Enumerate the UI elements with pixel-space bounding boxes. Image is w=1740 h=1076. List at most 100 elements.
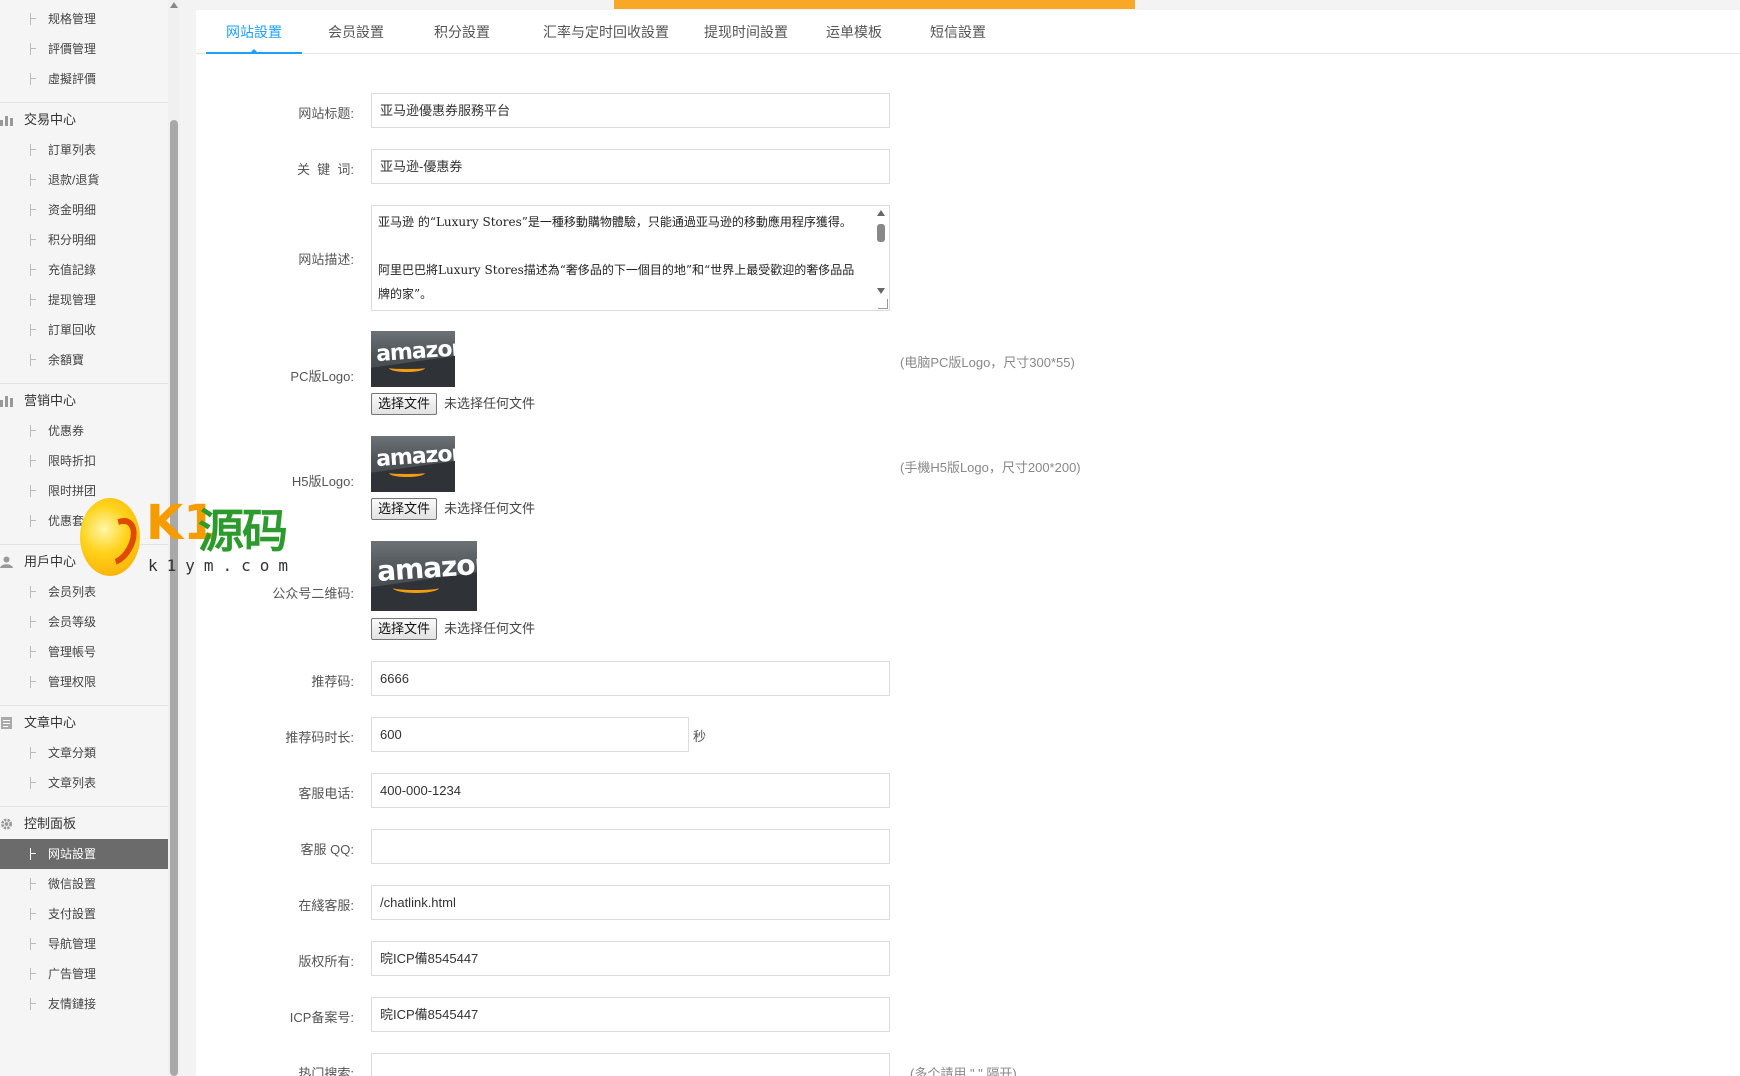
tree-line-icon [30, 204, 38, 216]
scrollbar-thumb[interactable] [170, 120, 178, 1076]
tree-line-icon [30, 878, 38, 890]
sidebar-group-trade[interactable]: 交易中心 [0, 102, 168, 135]
form-row-service-phone: 客服电话: 400-000-1234 [196, 773, 1496, 809]
hot-search-input[interactable] [371, 1053, 890, 1076]
tree-line-icon [30, 998, 38, 1010]
sidebar-item-flash-discount[interactable]: 限時折扣 [0, 446, 168, 476]
tab-site-settings[interactable]: 网站設置 [206, 10, 302, 54]
referral-code-input[interactable]: 6666 [371, 661, 890, 696]
tree-line-icon [30, 515, 38, 527]
pc-logo-choose-file-button[interactable]: 选择文件 [371, 393, 438, 415]
service-phone-input[interactable]: 400-000-1234 [371, 773, 890, 808]
sidebar-item-navigation[interactable]: 导航管理 [0, 929, 168, 959]
sidebar-item-order-recycle[interactable]: 訂單回收 [0, 315, 168, 345]
sidebar-item-article-list[interactable]: 文章列表 [0, 768, 168, 798]
referral-duration-unit: 秒 [693, 729, 707, 744]
document-icon [1, 717, 12, 729]
keywords-input[interactable]: 亚马逊-優惠券 [371, 149, 890, 184]
sidebar-item-admin-accounts[interactable]: 管理帳号 [0, 637, 168, 667]
site-title-input[interactable]: 亚马逊優惠券服務平台 [371, 93, 890, 128]
sidebar-item-points[interactable]: 积分明细 [0, 225, 168, 255]
copyright-label: 版权所有: [298, 954, 354, 969]
referral-duration-input[interactable]: 600 [371, 717, 689, 752]
qr-code-choose-file-button[interactable]: 选择文件 [371, 618, 438, 640]
textarea-scrollbar[interactable] [875, 208, 887, 308]
logo-smile-icon [389, 469, 425, 477]
sidebar-item-withdraw[interactable]: 提现管理 [0, 285, 168, 315]
description-paragraph-1: 亚马逊 的“Luxury Stores”是一種移動購物體驗，只能通過亚马逊的移動… [378, 215, 852, 229]
sidebar-item-coupons[interactable]: 优惠券 [0, 416, 168, 446]
scrollbar-thumb[interactable] [877, 224, 885, 242]
h5-logo-label: H5版Logo: [291, 474, 354, 489]
site-title-label: 网站标题: [298, 106, 354, 121]
sidebar-group-articles[interactable]: 文章中心 [0, 705, 168, 738]
resize-handle-icon[interactable] [878, 299, 888, 309]
sidebar-group-marketing[interactable]: 营销中心 [0, 383, 168, 416]
scroll-up-icon[interactable] [170, 2, 178, 8]
tree-line-icon [30, 616, 38, 628]
form-row-keywords: 关 键 词: 亚马逊-優惠券 [196, 149, 1496, 185]
tab-sms-settings[interactable]: 短信設置 [918, 10, 998, 54]
tree-line-icon [30, 174, 38, 186]
copyright-input[interactable]: 晥ICP備8545447 [371, 941, 890, 976]
tree-line-icon [30, 586, 38, 598]
form-row-h5-logo: H5版Logo: amazon 选择文件 未选择任何文件 (手機H5版Logo，… [196, 436, 1496, 524]
sidebar-item-funds[interactable]: 资金明细 [0, 195, 168, 225]
tree-line-icon [30, 747, 38, 759]
sidebar-group-control-panel[interactable]: 控制面板 [0, 806, 168, 839]
description-textarea[interactable]: 亚马逊 的“Luxury Stores”是一種移動購物體驗，只能通過亚马逊的移動… [371, 205, 890, 311]
watermark-logo: K1 源码 k1ym.com [80, 495, 290, 585]
form-row-online-service: 在綫客服: /chatlink.html [196, 885, 1496, 921]
hot-search-hint: (多个請用 "," 隔开) [910, 1066, 1017, 1076]
tree-line-icon [30, 294, 38, 306]
marketing-chart-icon [0, 396, 13, 407]
sidebar-item-ads[interactable]: 广告管理 [0, 959, 168, 989]
tree-line-icon [30, 144, 38, 156]
sidebar-item-balance[interactable]: 余額寶 [0, 345, 168, 375]
sidebar-item-refunds[interactable]: 退款/退貨 [0, 165, 168, 195]
sidebar-item-member-levels[interactable]: 会员等级 [0, 607, 168, 637]
scroll-up-icon[interactable] [877, 210, 885, 216]
service-qq-label: 客服 QQ: [300, 842, 354, 857]
pc-logo-preview: amazon [371, 331, 455, 387]
sidebar-item-wechat-settings[interactable]: 微信設置 [0, 869, 168, 899]
form-row-qr-code: 公众号二维码: amazon 选择文件 未选择任何文件 [196, 541, 1496, 641]
sidebar-item-permissions[interactable]: 管理权限 [0, 667, 168, 697]
tab-points-settings[interactable]: 积分設置 [422, 10, 502, 54]
form-row-referral-duration: 推荐码时长: 600 秒 [196, 717, 1496, 753]
tab-member-settings[interactable]: 会员設置 [316, 10, 396, 54]
settings-tabs: 网站設置 会员設置 积分設置 汇率与定时回收設置 提现时间設置 运单模板 短信設… [196, 10, 1740, 54]
sidebar-item-spec[interactable]: 规格管理 [0, 4, 168, 34]
form-row-referral-code: 推荐码: 6666 [196, 661, 1496, 697]
tree-line-icon [30, 938, 38, 950]
service-qq-input[interactable] [371, 829, 890, 864]
referral-duration-label: 推荐码时长: [285, 730, 354, 745]
qr-code-label: 公众号二维码: [272, 586, 354, 601]
pc-logo-hint: (电脑PC版Logo，尺寸300*55) [900, 355, 1075, 370]
icp-input[interactable]: 晥ICP備8545447 [371, 997, 890, 1032]
sidebar-item-article-categories[interactable]: 文章分類 [0, 738, 168, 768]
tree-line-icon [30, 485, 38, 497]
qr-code-preview: amazon [371, 541, 477, 611]
tab-withdraw-time-settings[interactable]: 提现时间設置 [696, 10, 796, 54]
tree-line-icon [30, 908, 38, 920]
keywords-label: 关 键 词: [296, 162, 354, 177]
tab-waybill-template[interactable]: 运单模板 [814, 10, 894, 54]
sidebar-item-recharge[interactable]: 充值記錄 [0, 255, 168, 285]
online-service-input[interactable]: /chatlink.html [371, 885, 890, 920]
tree-line-icon [30, 848, 38, 860]
sidebar-item-site-settings[interactable]: 网站設置 [0, 839, 168, 869]
hot-search-label: 热门搜索: [298, 1066, 354, 1076]
tree-line-icon [30, 13, 38, 25]
form-row-copyright: 版权所有: 晥ICP備8545447 [196, 941, 1496, 977]
qr-code-file-status: 未选择任何文件 [444, 621, 536, 636]
tree-line-icon [30, 73, 38, 85]
h5-logo-choose-file-button[interactable]: 选择文件 [371, 498, 438, 520]
sidebar-item-friend-links[interactable]: 友情鏈接 [0, 989, 168, 1019]
sidebar-item-orders[interactable]: 訂單列表 [0, 135, 168, 165]
tab-exchange-recycle-settings[interactable]: 汇率与定时回收設置 [526, 10, 686, 54]
sidebar-item-reviews[interactable]: 評價管理 [0, 34, 168, 64]
sidebar-item-payment-settings[interactable]: 支付設置 [0, 899, 168, 929]
scroll-down-icon[interactable] [877, 288, 885, 294]
sidebar-item-virtual-reviews[interactable]: 虛擬評價 [0, 64, 168, 94]
